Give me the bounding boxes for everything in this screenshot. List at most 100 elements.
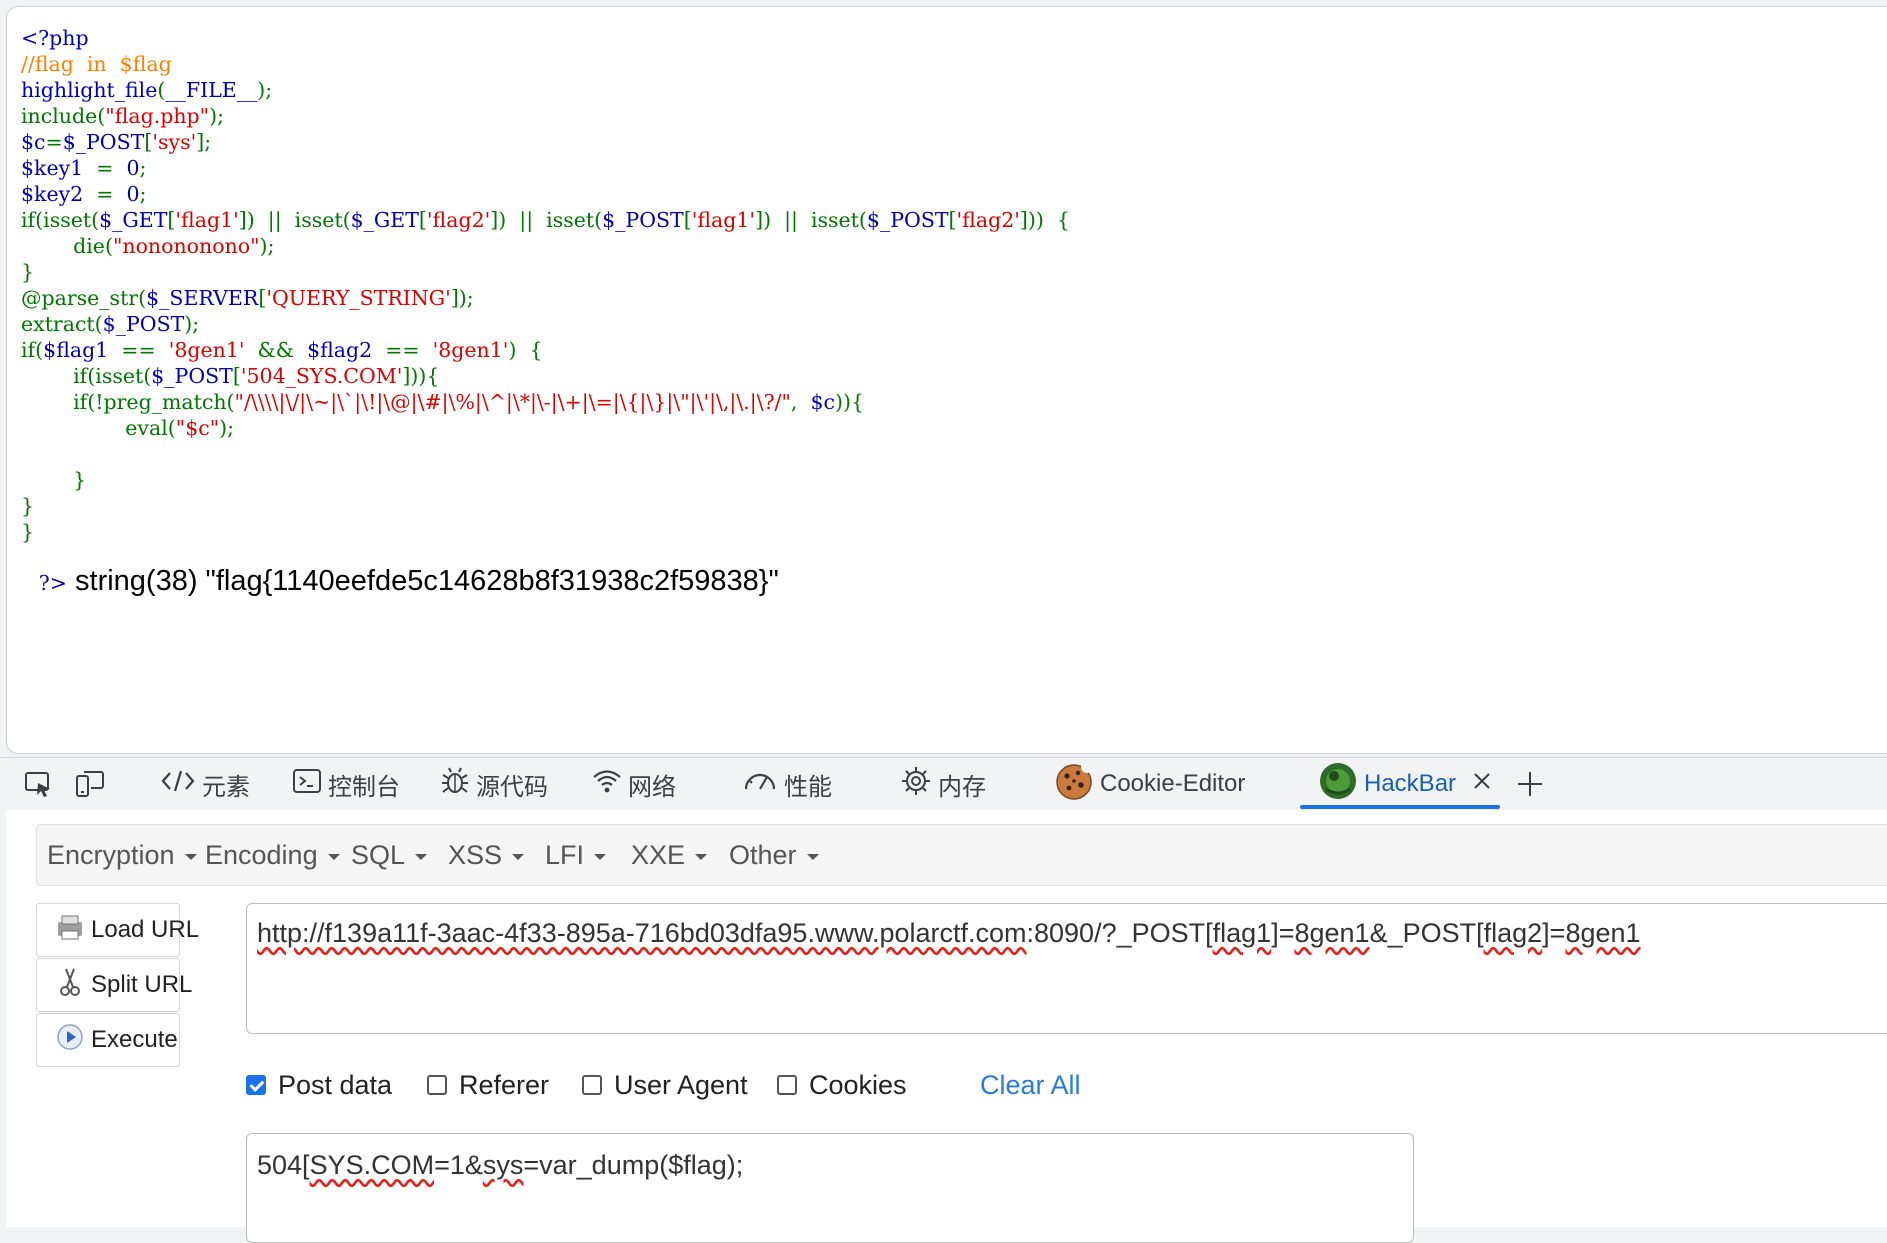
code-token: }	[21, 260, 35, 284]
code-token: '8gen1'	[168, 338, 245, 362]
code-token: ) {	[508, 338, 543, 362]
user-agent-label: User Agent	[614, 1069, 748, 1100]
checkbox-icon[interactable]	[427, 1075, 447, 1095]
tab-sources[interactable]: 源代码	[440, 758, 548, 810]
split-url-label: Split URL	[91, 971, 193, 998]
caret-down-icon	[806, 853, 819, 860]
code-token: );	[257, 78, 273, 102]
clear-all-link[interactable]: Clear All	[980, 1068, 1081, 1102]
code-token: &&	[244, 338, 308, 362]
code-token: ==	[372, 338, 433, 362]
text-segment: sys	[482, 1150, 524, 1180]
code-line: @parse_str($_SERVER['QUERY_STRING']);	[21, 285, 1070, 311]
scissors-icon	[55, 966, 85, 1005]
code-token: 0	[126, 182, 140, 206]
code-token: $_SERVER	[146, 286, 259, 310]
code-token: ;	[139, 182, 147, 206]
cookies-label: Cookies	[809, 1069, 907, 1100]
tab-elements[interactable]: 元素	[160, 758, 250, 810]
cookies-checkbox[interactable]: Cookies	[777, 1068, 907, 1102]
close-icon[interactable]	[1472, 770, 1492, 798]
tab-console-label: 控制台	[328, 773, 400, 801]
tab-cookie-editor-label: Cookie-Editor	[1100, 770, 1246, 797]
execute-button[interactable]: Execute	[36, 1013, 180, 1067]
split-url-button[interactable]: Split URL	[36, 958, 192, 1012]
code-token: $flag2	[307, 338, 373, 362]
text-segment: ]=	[1271, 918, 1295, 948]
active-tab-indicator	[1300, 805, 1500, 809]
url-textarea[interactable]: http://f139a11f-3aac-4f33-895a-716bd03df…	[246, 903, 1887, 1034]
code-token: @parse_str(	[21, 286, 147, 310]
code-token: $_GET	[99, 208, 168, 232]
checkbox-icon[interactable]	[582, 1075, 602, 1095]
code-token: =	[83, 156, 127, 180]
code-line: include("flag.php");	[21, 103, 1070, 129]
flag-output: string(38) "flag{1140eefde5c14628b8f3193…	[66, 565, 779, 597]
code-token: );	[209, 104, 225, 128]
caret-down-icon	[512, 853, 525, 860]
menu-xss[interactable]: XSS	[448, 825, 525, 885]
code-line: if(!preg_match("/\\\\|\/|\~|\`|\!|\@|\#|…	[21, 389, 1070, 415]
code-token: $_POST	[866, 208, 949, 232]
text-segment: flag1	[1212, 918, 1272, 948]
user-agent-checkbox[interactable]: User Agent	[582, 1068, 748, 1102]
code-token: ]) || isset(	[238, 208, 351, 232]
tab-network[interactable]: 网络	[592, 758, 676, 810]
devtools-tab-bar: 元素 控制台 源代码 网络 性能 内存 Cookie-Editor HackBa…	[0, 757, 1887, 809]
menu-lfi[interactable]: LFI	[545, 825, 607, 885]
tab-memory[interactable]: 内存	[900, 758, 986, 810]
menu-encoding[interactable]: Encoding	[205, 825, 340, 885]
code-line: $c=$_POST['sys'];	[21, 129, 1070, 155]
plus-icon[interactable]	[1512, 768, 1548, 800]
code-line: if($flag1 == '8gen1' && $flag2 == '8gen1…	[21, 337, 1070, 363]
tab-hackbar[interactable]: HackBar	[1318, 758, 1492, 810]
code-token: 0	[126, 156, 140, 180]
inspect-element-icon[interactable]	[20, 768, 56, 800]
post-data-checkbox[interactable]: Post data	[246, 1068, 392, 1102]
load-url-button[interactable]: Load URL	[36, 903, 199, 957]
referer-label: Referer	[459, 1069, 550, 1100]
code-token: )){	[835, 390, 865, 414]
tab-cookie-editor[interactable]: Cookie-Editor	[1054, 758, 1245, 810]
page-content: <?php//flag in $flag highlight_file(__FIL…	[6, 6, 1887, 754]
menu-other-label: Other	[729, 840, 797, 870]
code-token: }	[21, 520, 35, 544]
code-token: =	[83, 182, 127, 206]
code-token: 'flag1'	[691, 208, 756, 232]
menu-other[interactable]: Other	[729, 825, 819, 885]
caret-down-icon	[695, 853, 708, 860]
cookie-icon	[1054, 760, 1094, 808]
code-line: }	[21, 519, 1070, 545]
referer-checkbox[interactable]: Referer	[427, 1068, 549, 1102]
menu-sql[interactable]: SQL	[351, 825, 428, 885]
code-token: $c	[21, 130, 46, 154]
php-close-tag: ?>	[38, 571, 67, 595]
hackbar-logo-icon	[1318, 761, 1358, 808]
device-toolbar-icon[interactable]	[72, 768, 108, 800]
text-segment: 8gen1	[1294, 918, 1370, 948]
code-line: }	[21, 467, 1070, 493]
text-segment: 8gen1	[1565, 918, 1641, 948]
code-token: "$c"	[175, 416, 220, 440]
code-token: ];	[196, 130, 212, 154]
code-token: }	[21, 468, 87, 492]
checkbox-icon[interactable]	[777, 1075, 797, 1095]
code-line: if(isset($_GET['flag1']) || isset($_GET[…	[21, 207, 1070, 233]
menu-xxe[interactable]: XXE	[631, 825, 708, 885]
load-url-label: Load URL	[91, 916, 200, 943]
checkbox-checked-icon[interactable]	[246, 1075, 266, 1095]
code-token: [	[232, 364, 241, 388]
code-line: extract($_POST);	[21, 311, 1070, 337]
code-token: ;	[139, 156, 147, 180]
tab-elements-label: 元素	[202, 773, 250, 801]
menu-sql-label: SQL	[351, 840, 406, 870]
tab-console[interactable]: 控制台	[292, 758, 400, 810]
code-token: );	[259, 234, 275, 258]
menu-encryption[interactable]: Encryption	[47, 825, 197, 885]
code-token: 'flag2'	[956, 208, 1020, 232]
tab-sources-label: 源代码	[476, 773, 548, 801]
tab-performance[interactable]: 性能	[742, 758, 832, 810]
code-token: 'flag2'	[426, 208, 491, 232]
code-line: <?php	[21, 25, 1070, 51]
